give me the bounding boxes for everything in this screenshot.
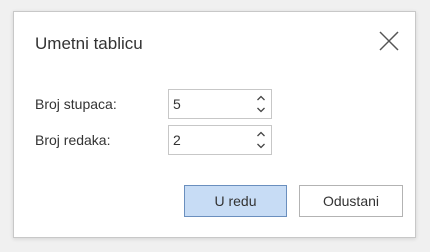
close-icon xyxy=(376,28,402,54)
ok-button[interactable]: U redu xyxy=(184,185,287,217)
rows-label: Broj redaka: xyxy=(35,132,111,148)
insert-table-dialog: Umetni tablicu Broj stupaca: Broj reda xyxy=(13,11,416,238)
rows-increment-button[interactable] xyxy=(254,128,268,140)
dialog-title: Umetni tablicu xyxy=(35,34,143,53)
columns-input[interactable] xyxy=(169,90,253,118)
columns-spinner[interactable] xyxy=(168,89,272,119)
chevron-up-icon xyxy=(254,92,268,104)
rows-decrement-button[interactable] xyxy=(254,140,268,152)
chevron-down-icon xyxy=(254,104,268,116)
rows-input[interactable] xyxy=(169,126,253,154)
rows-spinner[interactable] xyxy=(168,125,272,155)
chevron-up-icon xyxy=(254,128,268,140)
close-button[interactable] xyxy=(376,28,402,54)
columns-increment-button[interactable] xyxy=(254,92,268,104)
cancel-button[interactable]: Odustani xyxy=(299,185,403,217)
chevron-down-icon xyxy=(254,140,268,152)
columns-decrement-button[interactable] xyxy=(254,104,268,116)
columns-label: Broj stupaca: xyxy=(35,96,117,112)
